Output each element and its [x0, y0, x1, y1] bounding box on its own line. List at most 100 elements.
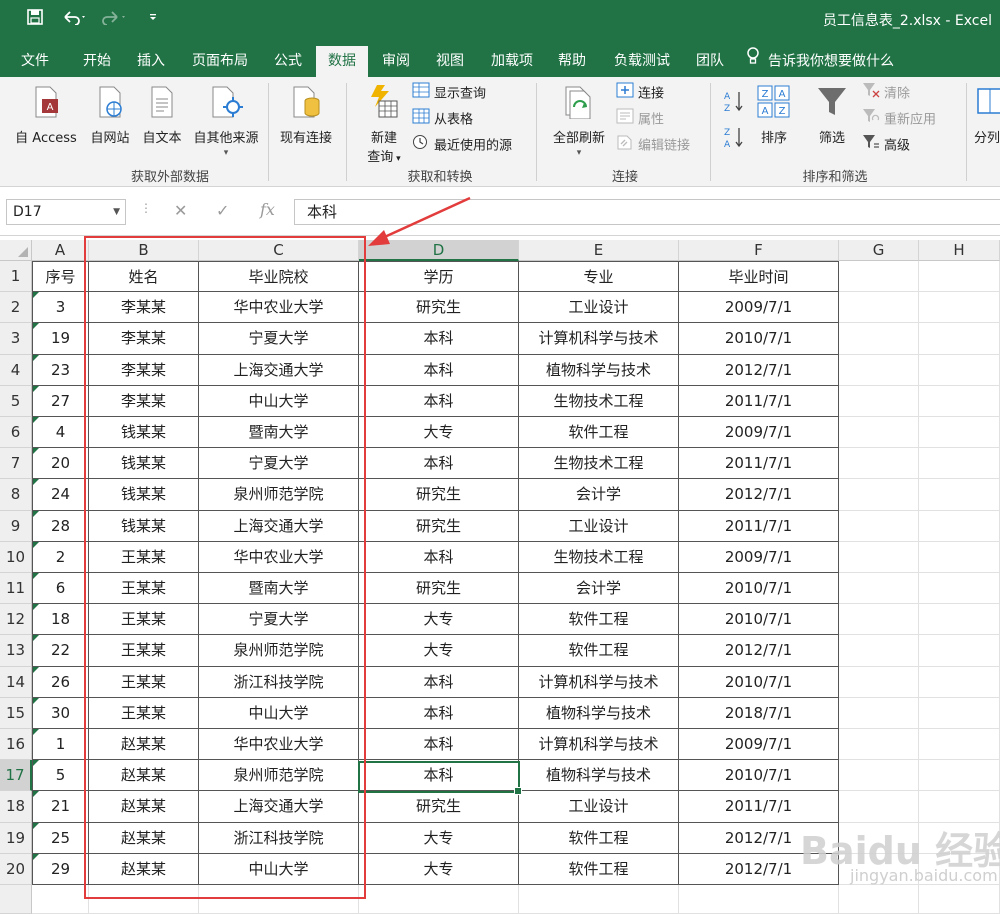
cell-a12[interactable]: 18 [32, 604, 89, 636]
cell-d8[interactable]: 研究生 [359, 479, 519, 511]
header-cell-g[interactable] [839, 261, 919, 293]
advanced-filter-button[interactable]: 高级 [862, 134, 910, 156]
reapply-filter-button[interactable]: 重新应用 [862, 108, 936, 130]
cell-d6[interactable]: 大专 [359, 417, 519, 449]
cell-b2[interactable]: 李某某 [89, 292, 199, 324]
cell-c8[interactable]: 泉州师范学院 [199, 479, 359, 511]
cell-h11[interactable] [919, 573, 1000, 605]
cell-f18[interactable]: 2011/7/1 [679, 791, 839, 823]
tab-home[interactable]: 开始 [72, 46, 122, 77]
column-header-d[interactable]: D [359, 240, 519, 261]
cell-f7[interactable]: 2011/7/1 [679, 448, 839, 480]
row-header-3[interactable]: 3 [0, 323, 32, 355]
tab-file[interactable]: 文件 [10, 46, 60, 77]
column-header-a[interactable]: A [32, 240, 89, 261]
cell-d13[interactable]: 大专 [359, 635, 519, 667]
cell-a4[interactable]: 23 [32, 354, 89, 386]
cell-e6[interactable]: 软件工程 [519, 417, 679, 449]
cancel-entry-icon[interactable]: ✕ [174, 201, 187, 220]
cell-d19[interactable]: 大专 [359, 822, 519, 854]
new-query-button[interactable]: 新建 查询 ▾ [358, 83, 410, 165]
recent-sources-button[interactable]: 最近使用的源 [412, 134, 512, 156]
row-header-10[interactable]: 10 [0, 541, 32, 573]
header-cell-h[interactable] [919, 261, 1000, 293]
cell-g5[interactable] [839, 385, 919, 417]
cell-f10[interactable]: 2009/7/1 [679, 541, 839, 573]
cell-e9[interactable]: 工业设计 [519, 510, 679, 542]
cell-g4[interactable] [839, 354, 919, 386]
cell-f2[interactable]: 2009/7/1 [679, 292, 839, 324]
cell-a5[interactable]: 27 [32, 385, 89, 417]
cell-a19[interactable]: 25 [32, 822, 89, 854]
cell-e3[interactable]: 计算机科学与技术 [519, 323, 679, 355]
cell-g12[interactable] [839, 604, 919, 636]
sort-button[interactable]: ZAAZ 排序 [754, 85, 794, 146]
row-header-19[interactable]: 19 [0, 822, 32, 854]
column-header-c[interactable]: C [199, 240, 359, 261]
row-header-5[interactable]: 5 [0, 385, 32, 417]
formula-input[interactable]: 本科 [294, 199, 1000, 225]
from-text-button[interactable]: 自文本 [138, 85, 186, 146]
cell-g6[interactable] [839, 417, 919, 449]
cell-h9[interactable] [919, 510, 1000, 542]
cell-h4[interactable] [919, 354, 1000, 386]
row-header-20[interactable]: 20 [0, 853, 32, 885]
cell-e12[interactable]: 软件工程 [519, 604, 679, 636]
clear-filter-button[interactable]: 清除 [862, 82, 910, 104]
cell-f21[interactable] [679, 885, 839, 914]
filter-button[interactable]: 筛选 [812, 85, 852, 146]
cell-f4[interactable]: 2012/7/1 [679, 354, 839, 386]
row-header-21[interactable] [0, 885, 32, 914]
cell-a18[interactable]: 21 [32, 791, 89, 823]
cell-g18[interactable] [839, 791, 919, 823]
cell-c20[interactable]: 中山大学 [199, 853, 359, 885]
tab-page-layout[interactable]: 页面布局 [182, 46, 258, 77]
cell-d5[interactable]: 本科 [359, 385, 519, 417]
cell-h7[interactable] [919, 448, 1000, 480]
cell-c13[interactable]: 泉州师范学院 [199, 635, 359, 667]
cell-d9[interactable]: 研究生 [359, 510, 519, 542]
save-icon[interactable] [24, 9, 46, 31]
cell-a8[interactable]: 24 [32, 479, 89, 511]
cell-h19[interactable] [919, 822, 1000, 854]
row-header-18[interactable]: 18 [0, 791, 32, 823]
cell-g7[interactable] [839, 448, 919, 480]
from-table-button[interactable]: 从表格 [412, 108, 473, 130]
cell-a11[interactable]: 6 [32, 573, 89, 605]
refresh-all-button[interactable]: 全部刷新 ▾ [548, 85, 610, 158]
cell-f20[interactable]: 2012/7/1 [679, 853, 839, 885]
header-cell-b[interactable]: 姓名 [89, 261, 199, 293]
name-box[interactable]: D17 ▼ [6, 199, 126, 225]
cell-g15[interactable] [839, 697, 919, 729]
customize-qat-icon[interactable] [142, 9, 164, 31]
cell-a21[interactable] [32, 885, 89, 914]
cell-d3[interactable]: 本科 [359, 323, 519, 355]
redo-icon[interactable] [100, 9, 130, 31]
column-header-g[interactable]: G [839, 240, 919, 261]
tab-insert[interactable]: 插入 [126, 46, 176, 77]
tab-addins[interactable]: 加载项 [482, 46, 542, 77]
cell-a9[interactable]: 28 [32, 510, 89, 542]
cell-e20[interactable]: 软件工程 [519, 853, 679, 885]
tab-review[interactable]: 审阅 [372, 46, 420, 77]
cell-f12[interactable]: 2010/7/1 [679, 604, 839, 636]
cell-b14[interactable]: 王某某 [89, 666, 199, 698]
header-cell-f[interactable]: 毕业时间 [679, 261, 839, 293]
cell-g16[interactable] [839, 729, 919, 761]
cell-h18[interactable] [919, 791, 1000, 823]
cell-d12[interactable]: 大专 [359, 604, 519, 636]
cell-a6[interactable]: 4 [32, 417, 89, 449]
cell-a15[interactable]: 30 [32, 697, 89, 729]
cell-e8[interactable]: 会计学 [519, 479, 679, 511]
cell-f8[interactable]: 2012/7/1 [679, 479, 839, 511]
cell-b20[interactable]: 赵某某 [89, 853, 199, 885]
cell-c15[interactable]: 中山大学 [199, 697, 359, 729]
row-header-15[interactable]: 15 [0, 697, 32, 729]
row-header-2[interactable]: 2 [0, 292, 32, 324]
cell-f13[interactable]: 2012/7/1 [679, 635, 839, 667]
cell-h12[interactable] [919, 604, 1000, 636]
sort-ascending-button[interactable]: AZ [722, 89, 746, 121]
cell-d16[interactable]: 本科 [359, 729, 519, 761]
cell-g20[interactable] [839, 853, 919, 885]
column-header-f[interactable]: F [679, 240, 839, 261]
